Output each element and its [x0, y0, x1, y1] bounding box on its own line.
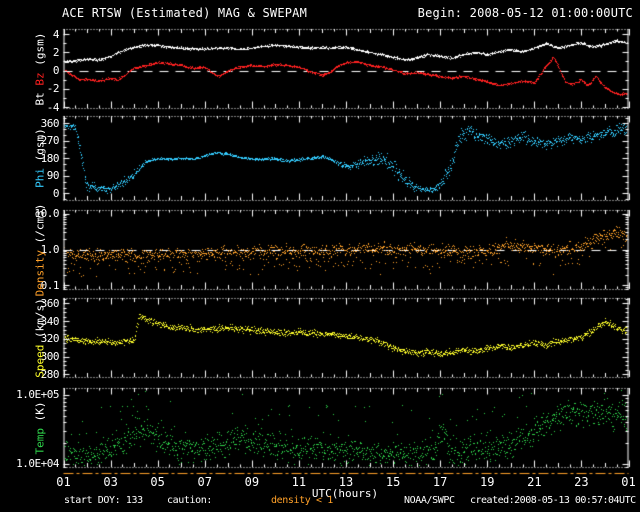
phi-angle-axis-title: Phi (gsm)	[34, 128, 47, 188]
x-tick-label: 07	[197, 475, 212, 489]
temperature-axis-title: Temp (K)	[34, 401, 47, 454]
x-tick-label: 01	[56, 475, 71, 489]
axis-title-part: (gsm)	[33, 128, 47, 168]
agency-label: NOAA/SWPC	[404, 495, 455, 506]
x-tick-label: 03	[103, 475, 118, 489]
x-tick-label: 11	[291, 475, 307, 489]
x-tick-label: 13	[338, 475, 354, 489]
y-tick-label: 1.0E+05	[16, 388, 59, 402]
axis-title-part: Speed	[33, 344, 47, 378]
caution-value: density < 1	[271, 495, 333, 506]
y-tick-label: 0	[52, 186, 60, 200]
speed-axis-title: Speed (km/s)	[34, 298, 47, 377]
x-tick-label: 23	[574, 475, 589, 489]
caution-label: caution:	[167, 495, 212, 506]
axis-title-part: Bz	[33, 71, 47, 86]
y-tick-label: 1.0E+04	[16, 457, 59, 471]
start-doy-label: start DOY: 133	[64, 495, 143, 506]
axis-title-part: (K)	[33, 401, 47, 428]
x-tick-label: 01	[621, 475, 636, 489]
magnetic-field-axis-title: Bt Bz (gsm)	[34, 32, 47, 105]
axis-title-part: (gsm)	[33, 32, 47, 72]
x-tick-label: 09	[244, 475, 260, 489]
axis-title-part: Density	[33, 249, 47, 296]
figure-title: ACE RTSW (Estimated) MAG & SWEPAM	[62, 6, 308, 20]
x-tick-label: 05	[150, 475, 165, 489]
plot-canvas	[0, 0, 640, 512]
x-tick-label: 21	[527, 475, 542, 489]
density-axis-title: Density (/cm3)	[34, 203, 47, 296]
axis-title-part: (/cm3)	[33, 203, 47, 250]
x-tick-label: 19	[480, 475, 495, 489]
axis-title-part: (km/s)	[33, 297, 47, 345]
ace-rtsw-figure: ACE RTSW (Estimated) MAG & SWEPAM Begin:…	[0, 0, 640, 512]
begin-timestamp: Begin: 2008-05-12 01:00:00UTC	[417, 6, 633, 20]
x-tick-label: 17	[432, 475, 448, 489]
x-tick-label: 15	[385, 475, 401, 489]
axis-title-part: Phi	[33, 167, 47, 188]
axis-title-part: Temp	[33, 427, 47, 455]
axis-title-part: Bt	[33, 85, 47, 105]
created-timestamp: created:2008-05-13 00:57:04UTC	[470, 495, 636, 506]
